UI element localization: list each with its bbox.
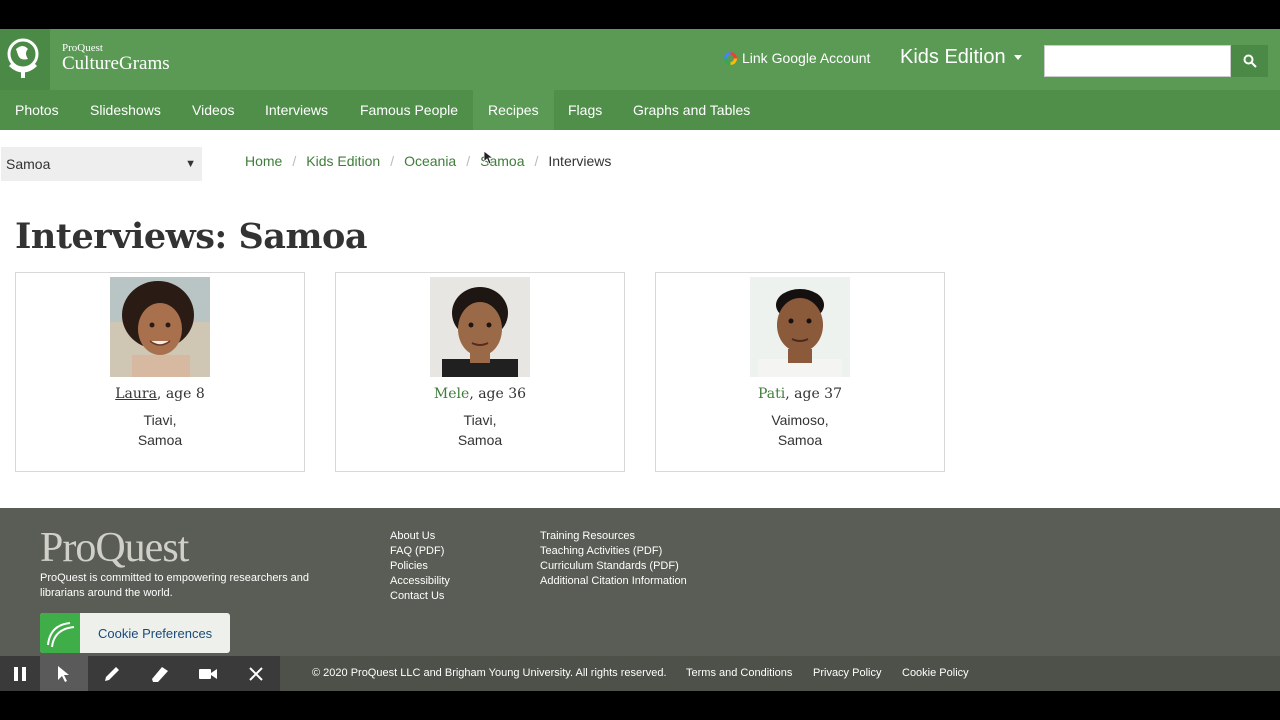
interview-card: Mele, age 36 Tiavi, Samoa	[335, 272, 625, 472]
nav-graphs-and-tables[interactable]: Graphs and Tables	[618, 90, 765, 130]
pause-button[interactable]	[0, 656, 40, 691]
interviewee-location: Vaimoso, Samoa	[656, 410, 944, 450]
culturegrams-logo-icon[interactable]	[0, 29, 50, 90]
nav-recipes[interactable]: Recipes	[473, 90, 554, 130]
search-icon	[1243, 54, 1257, 68]
footer-link-training-resources[interactable]: Training Resources	[540, 529, 687, 544]
video-camera-icon	[199, 668, 217, 679]
pen-icon	[105, 666, 119, 681]
interviewee-country: Samoa	[457, 432, 503, 448]
interviewee-country: Samoa	[137, 432, 183, 448]
footer-link-contact-us[interactable]: Contact Us	[390, 589, 450, 604]
country-select-value: Samoa	[6, 156, 51, 172]
interviewee-name: Mele, age 36	[336, 386, 624, 402]
cookie-policy-link[interactable]: Cookie Policy	[902, 667, 969, 679]
pointer-icon	[58, 665, 69, 682]
breadcrumb: Home / Kids Edition / Oceania / Samoa / …	[245, 153, 611, 169]
footer-link-accessibility[interactable]: Accessibility	[390, 574, 450, 589]
page-title: Interviews: Samoa	[15, 216, 368, 257]
cookie-preferences-button[interactable]: Cookie Preferences	[40, 613, 230, 653]
interviewee-link[interactable]: Laura	[115, 386, 157, 402]
main-nav: Photos Slideshows Videos Interviews Famo…	[0, 90, 1280, 130]
interviewee-city: Tiavi,	[463, 412, 497, 428]
breadcrumb-separator: /	[292, 153, 297, 169]
portrait-image[interactable]	[750, 277, 850, 377]
interviewee-city: Vaimoso,	[771, 412, 829, 428]
pointer-tool-button[interactable]	[40, 656, 88, 691]
interviewee-name: Pati, age 37	[656, 386, 944, 402]
camera-tool-button[interactable]	[184, 656, 232, 691]
close-icon	[249, 666, 263, 681]
interviewee-country: Samoa	[777, 432, 823, 448]
edition-dropdown[interactable]: Kids Edition	[900, 46, 1022, 69]
footer-link-citation-information[interactable]: Additional Citation Information	[540, 574, 687, 589]
caret-down-icon	[1013, 55, 1022, 60]
link-google-account-button[interactable]: Link Google Account	[724, 50, 870, 66]
interviewee-age: , age 37	[785, 386, 842, 402]
google-link-label: Link Google Account	[742, 50, 871, 66]
portrait-image[interactable]	[430, 277, 530, 377]
close-tool-button[interactable]	[232, 656, 280, 691]
nav-flags[interactable]: Flags	[553, 90, 617, 130]
edition-label: Kids Edition	[900, 46, 1006, 68]
nav-famous-people[interactable]: Famous People	[345, 90, 473, 130]
breadcrumb-separator: /	[390, 153, 395, 169]
pause-icon	[14, 666, 26, 681]
footer-links-col2: Training Resources Teaching Activities (…	[540, 529, 687, 589]
breadcrumb-kids-edition[interactable]: Kids Edition	[306, 153, 380, 169]
pen-tool-button[interactable]	[88, 656, 136, 691]
breadcrumb-separator: /	[534, 153, 539, 169]
eraser-tool-button[interactable]	[136, 656, 184, 691]
footer-link-policies[interactable]: Policies	[390, 559, 450, 574]
breadcrumb-current: Interviews	[548, 153, 612, 169]
search-button[interactable]	[1231, 45, 1268, 77]
breadcrumb-separator: /	[466, 153, 471, 169]
interview-card: Laura, age 8 Tiavi, Samoa	[15, 272, 305, 472]
interviewee-link[interactable]: Mele	[434, 386, 469, 402]
country-select[interactable]: Samoa ▼	[1, 147, 202, 181]
privacy-policy-link[interactable]: Privacy Policy	[813, 667, 881, 679]
google-icon	[724, 51, 737, 65]
interviewee-age: , age 36	[469, 386, 527, 402]
interviewee-location: Tiavi, Samoa	[16, 410, 304, 450]
breadcrumb-home[interactable]: Home	[245, 153, 282, 169]
footer-tagline: ProQuest is committed to empowering rese…	[40, 572, 310, 599]
footer-links-col1: About Us FAQ (PDF) Policies Accessibilit…	[390, 529, 450, 604]
portrait-image[interactable]	[110, 277, 210, 377]
interviewee-name: Laura, age 8	[16, 386, 304, 402]
nav-interviews[interactable]: Interviews	[250, 90, 343, 130]
interviewee-city: Tiavi,	[143, 412, 177, 428]
proquest-logo[interactable]: ProQuest	[40, 524, 189, 572]
interviewee-location: Tiavi, Samoa	[336, 410, 624, 450]
eraser-icon	[152, 666, 168, 682]
nav-slideshows[interactable]: Slideshows	[75, 90, 176, 130]
interviewee-age: , age 8	[156, 386, 205, 402]
brand-big: CultureGrams	[62, 53, 170, 74]
footer-link-faq[interactable]: FAQ (PDF)	[390, 544, 450, 559]
page: ProQuest CultureGrams Link Google Accoun…	[0, 29, 1280, 691]
brand-logo[interactable]: ProQuest CultureGrams	[62, 42, 170, 74]
terms-link[interactable]: Terms and Conditions	[686, 667, 792, 679]
interview-card: Pati, age 37 Vaimoso, Samoa	[655, 272, 945, 472]
footer-link-teaching-activities[interactable]: Teaching Activities (PDF)	[540, 544, 687, 559]
dropdown-arrow-icon: ▼	[185, 158, 196, 170]
annotation-toolbar	[0, 656, 280, 691]
footer-link-about-us[interactable]: About Us	[390, 529, 450, 544]
nav-photos[interactable]: Photos	[0, 90, 74, 130]
copyright-text: © 2020 ProQuest LLC and Brigham Young Un…	[312, 667, 667, 679]
nav-videos[interactable]: Videos	[177, 90, 250, 130]
footer-link-curriculum-standards[interactable]: Curriculum Standards (PDF)	[540, 559, 687, 574]
cookie-icon	[40, 613, 80, 653]
interviewee-link[interactable]: Pati	[758, 386, 785, 402]
top-header: ProQuest CultureGrams Link Google Accoun…	[0, 29, 1280, 90]
breadcrumb-oceania[interactable]: Oceania	[404, 153, 456, 169]
cookie-preferences-label: Cookie Preferences	[98, 625, 213, 641]
mouse-pointer-icon	[483, 150, 495, 170]
search-input[interactable]	[1044, 45, 1231, 77]
